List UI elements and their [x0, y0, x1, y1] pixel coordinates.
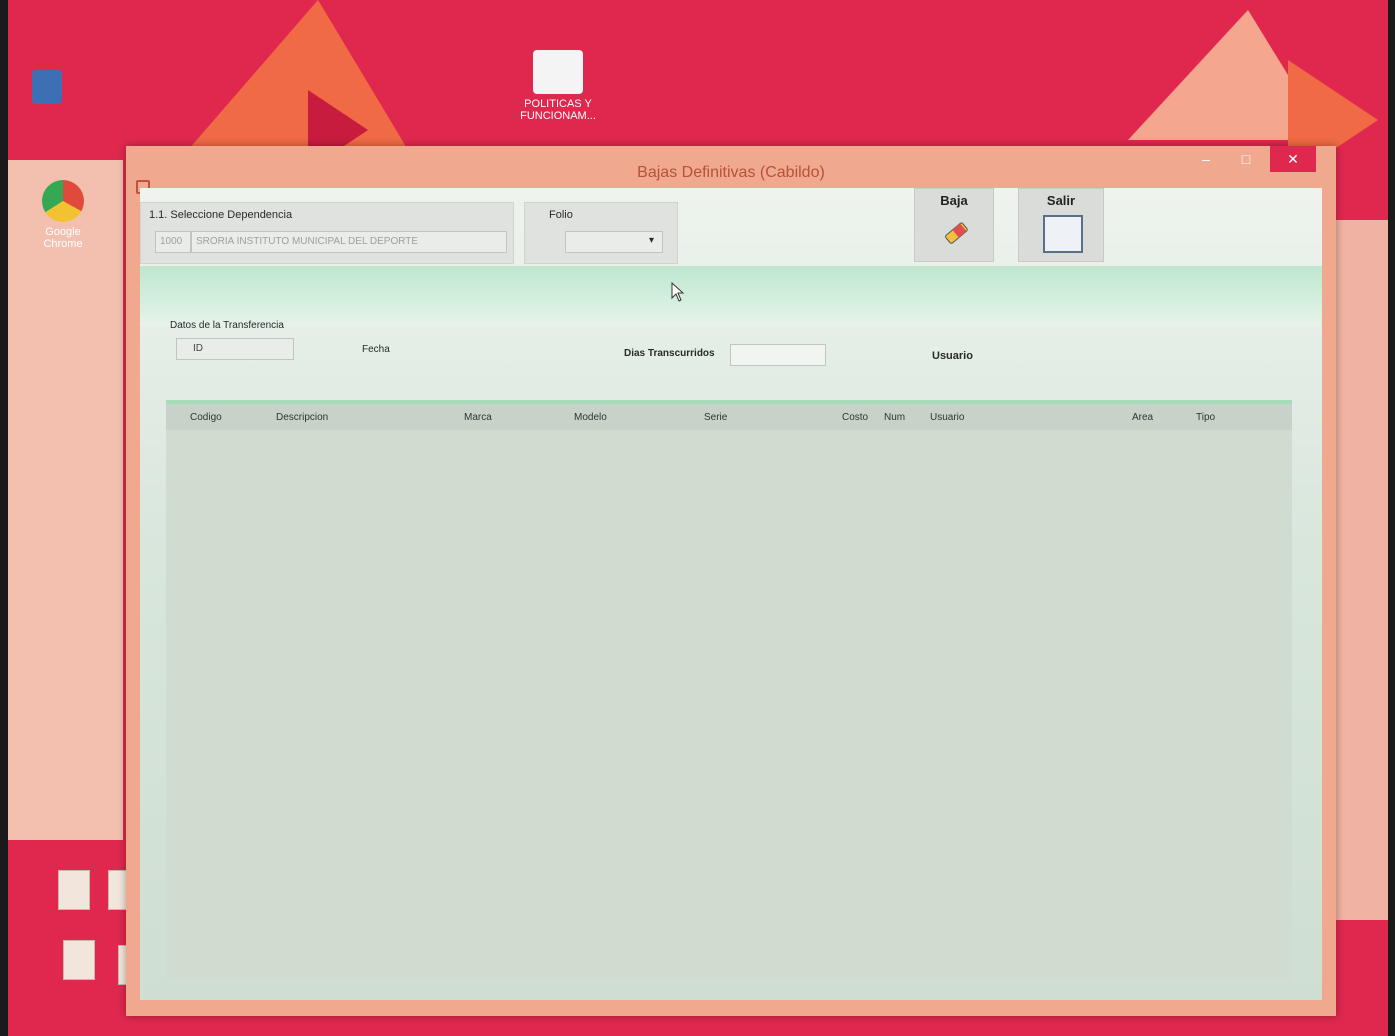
dias-transcurridos-label: Dias Transcurridos [624, 348, 715, 359]
baja-button-label: Baja [940, 193, 968, 208]
dependency-label: 1.1. Seleccione Dependencia [149, 209, 293, 221]
column-header-marca[interactable]: Marca [464, 412, 492, 423]
header-band [140, 266, 1322, 326]
column-header-usuario[interactable]: Usuario [930, 412, 964, 423]
desktop-icon-vbox[interactable] [12, 70, 82, 108]
column-header-descripcion[interactable]: Descripcion [276, 412, 328, 423]
column-header-modelo[interactable]: Modelo [574, 412, 607, 423]
desktop-icon-politicas[interactable]: POLITICAS Y FUNCIONAM... [513, 50, 603, 122]
folio-group: Folio ▾ [524, 202, 678, 264]
chevron-down-icon[interactable]: ▾ [649, 235, 654, 246]
desktop-icon-label: POLITICAS Y FUNCIONAM... [520, 98, 596, 122]
transfer-id-field[interactable]: ID [176, 338, 294, 360]
folio-label: Folio [549, 209, 573, 221]
chrome-icon [42, 180, 84, 222]
wallpaper-shape [188, 0, 408, 150]
dependency-code-field[interactable]: 1000 [155, 231, 191, 253]
column-header-costo[interactable]: Costo [842, 412, 868, 423]
desktop-file-icon[interactable] [58, 870, 90, 910]
virtualbox-icon [32, 70, 62, 104]
minimize-button[interactable]: – [1192, 146, 1220, 172]
dias-transcurridos-field[interactable] [730, 344, 826, 366]
fecha-label: Fecha [362, 344, 390, 355]
column-header-serie[interactable]: Serie [704, 412, 727, 423]
desktop-file-icon[interactable] [63, 940, 95, 980]
mouse-cursor-icon [671, 281, 685, 307]
salir-button[interactable]: Salir [1018, 188, 1104, 262]
column-header-codigo[interactable]: Codigo [190, 412, 222, 423]
dependency-name-field[interactable]: SRORIA INSTITUTO MUNICIPAL DEL DEPORTE [191, 231, 507, 253]
window-title: Bajas Definitivas (Cabildo) [637, 164, 825, 181]
desktop: POLITICAS Y FUNCIONAM... Google Chrome B… [8, 0, 1388, 1036]
column-header-area[interactable]: Area [1132, 412, 1153, 423]
column-header-tipo[interactable]: Tipo [1196, 412, 1215, 423]
baja-button[interactable]: Baja [914, 188, 994, 262]
form-client-area: 1.1. Seleccione Dependencia 1000 SRORIA … [140, 188, 1322, 1000]
app-window: Bajas Definitivas (Cabildo) – □ ✕ 1.1. S… [126, 146, 1336, 1016]
column-header-num[interactable]: Num [884, 412, 905, 423]
maximize-button[interactable]: □ [1232, 146, 1260, 172]
title-bar[interactable]: Bajas Definitivas (Cabildo) – □ ✕ [126, 146, 1336, 194]
exit-door-icon [1043, 215, 1083, 253]
items-grid-body[interactable] [166, 430, 1292, 980]
wallpaper-shape [8, 160, 123, 840]
eraser-icon [941, 219, 969, 247]
dependency-group: 1.1. Seleccione Dependencia 1000 SRORIA … [140, 202, 514, 264]
salir-button-label: Salir [1046, 193, 1076, 208]
desktop-icon-chrome[interactable]: Google Chrome [28, 180, 98, 250]
document-icon [533, 50, 583, 94]
usuario-label: Usuario [932, 350, 973, 362]
desktop-icon-label: Google Chrome [43, 226, 83, 250]
items-grid-header: Codigo Descripcion Marca Modelo Serie Co… [166, 400, 1292, 430]
transfer-section-label: Datos de la Transferencia [170, 320, 284, 331]
close-button[interactable]: ✕ [1270, 146, 1316, 172]
